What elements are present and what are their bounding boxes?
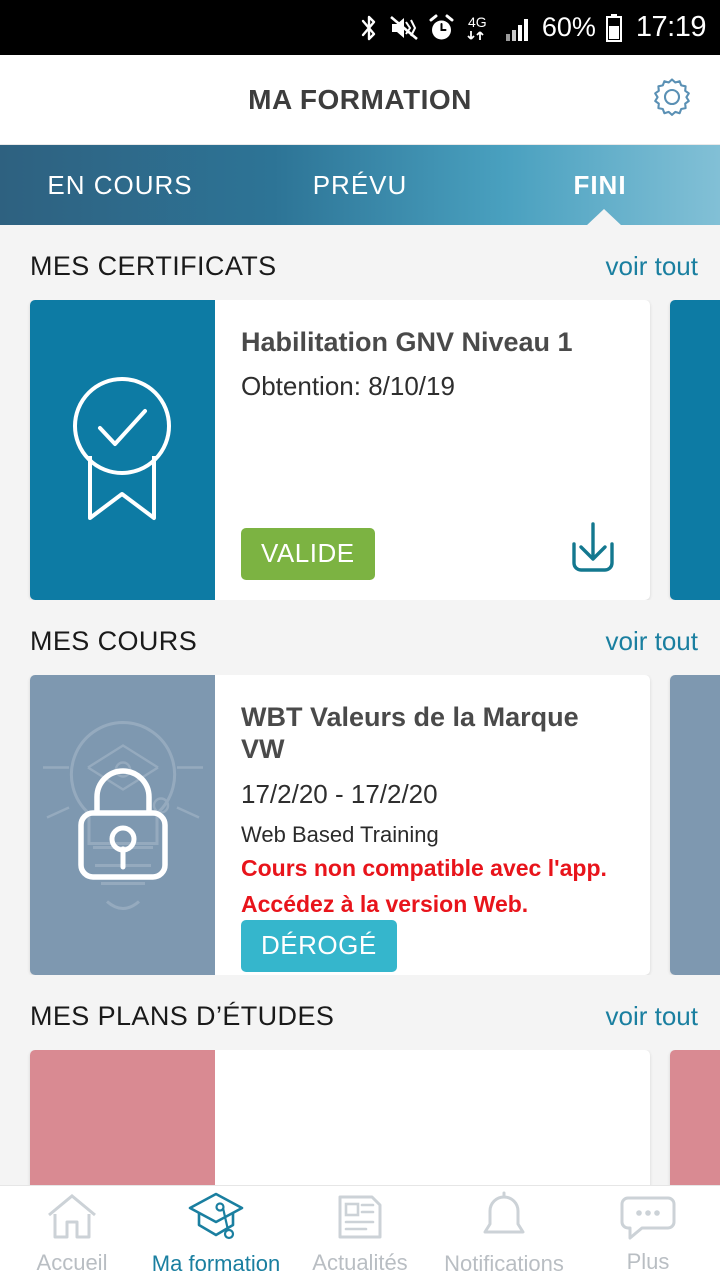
study-plan-card-row[interactable] bbox=[0, 1050, 720, 1185]
tab-en-cours[interactable]: EN COURS bbox=[0, 145, 240, 225]
news-icon bbox=[334, 1191, 386, 1246]
see-all-cours[interactable]: voir tout bbox=[606, 626, 699, 657]
certificate-card-media bbox=[30, 300, 215, 600]
study-plan-card-body bbox=[215, 1050, 650, 1185]
download-button[interactable] bbox=[562, 518, 624, 580]
graduation-cap-icon bbox=[186, 1190, 246, 1247]
certificate-card-next-peek[interactable] bbox=[670, 300, 720, 600]
status-clock: 17:19 bbox=[635, 11, 707, 43]
nav-item-plus[interactable]: Plus bbox=[576, 1186, 720, 1280]
svg-text:4G: 4G bbox=[468, 14, 487, 30]
lock-lightbulb-icon bbox=[64, 755, 182, 895]
award-badge-icon bbox=[710, 368, 720, 533]
status-bar: 4G 60% 17:19 bbox=[0, 0, 720, 55]
nav-label-accueil: Accueil bbox=[36, 1249, 108, 1275]
chat-dots-icon bbox=[620, 1192, 676, 1245]
status-badge-deroge: DÉROGÉ bbox=[241, 919, 397, 972]
download-icon bbox=[562, 516, 624, 583]
nav-label-ma-formation: Ma formation bbox=[151, 1250, 281, 1276]
scroll-content[interactable]: MES CERTIFICATS voir tout Habilitation G… bbox=[0, 225, 720, 1185]
battery-percent-label: 60% bbox=[541, 12, 596, 42]
course-warning-line-1: Cours non compatible avec l'app. bbox=[241, 854, 607, 881]
course-peek-media bbox=[670, 675, 720, 975]
certificate-card-row[interactable]: Habilitation GNV Niveau 1 Obtention: 8/1… bbox=[0, 300, 720, 600]
signal-bars-icon bbox=[505, 14, 533, 42]
tab-prevu[interactable]: PRÉVU bbox=[240, 145, 480, 225]
course-dates: 17/2/20 - 17/2/20 bbox=[241, 778, 438, 809]
nav-label-actualites: Actualités bbox=[312, 1249, 408, 1275]
section-header-certificats: MES CERTIFICATS voir tout bbox=[0, 225, 720, 300]
home-icon bbox=[44, 1191, 100, 1246]
nav-label-notifications: Notifications bbox=[444, 1250, 564, 1276]
active-tab-indicator bbox=[586, 209, 622, 226]
bell-icon bbox=[477, 1190, 531, 1247]
page-title: MA FORMATION bbox=[248, 83, 472, 115]
section-header-cours: MES COURS voir tout bbox=[0, 600, 720, 675]
certificate-obtention-date: Obtention: 8/10/19 bbox=[241, 371, 455, 402]
app-header: MA FORMATION bbox=[0, 55, 720, 145]
course-card-body: WBT Valeurs de la Marque VW 17/2/20 - 17… bbox=[215, 675, 650, 975]
bottom-navigation: Accueil Ma formation Actualités Notifica… bbox=[0, 1185, 720, 1280]
section-header-plans: MES PLANS D’ÉTUDES voir tout bbox=[0, 975, 720, 1050]
mute-vibrate-icon bbox=[389, 14, 419, 42]
course-card-media bbox=[30, 675, 215, 975]
nav-item-notifications[interactable]: Notifications bbox=[432, 1186, 576, 1280]
section-title: MES CERTIFICATS bbox=[30, 251, 277, 281]
study-plan-card-media bbox=[30, 1050, 215, 1185]
certificate-card[interactable]: Habilitation GNV Niveau 1 Obtention: 8/1… bbox=[30, 300, 650, 600]
status-badge-valide: VALIDE bbox=[241, 528, 375, 580]
battery-icon bbox=[605, 13, 623, 43]
certificate-peek-media bbox=[670, 300, 720, 600]
course-warning-line-2: Accédez à la version Web. bbox=[241, 890, 529, 917]
section-title: MES PLANS D’ÉTUDES bbox=[30, 1001, 335, 1031]
course-title: WBT Valeurs de la Marque VW bbox=[241, 702, 579, 765]
lock-lightbulb-icon bbox=[716, 755, 720, 895]
course-card-next-peek[interactable] bbox=[670, 675, 720, 975]
certificate-title: Habilitation GNV Niveau 1 bbox=[241, 327, 573, 357]
study-plan-peek-media bbox=[670, 1050, 720, 1185]
certificate-card-footer: VALIDE bbox=[241, 518, 624, 580]
study-plan-card-next-peek[interactable] bbox=[670, 1050, 720, 1185]
nav-item-actualites[interactable]: Actualités bbox=[288, 1186, 432, 1280]
study-plan-card[interactable] bbox=[30, 1050, 650, 1185]
settings-button[interactable] bbox=[648, 76, 696, 124]
nav-item-accueil[interactable]: Accueil bbox=[0, 1186, 144, 1280]
network-4g-icon: 4G bbox=[464, 13, 496, 43]
award-badge-icon bbox=[60, 368, 185, 533]
see-all-plans[interactable]: voir tout bbox=[606, 1001, 699, 1032]
section-title: MES COURS bbox=[30, 626, 198, 656]
course-type: Web Based Training bbox=[241, 821, 439, 847]
bluetooth-icon bbox=[358, 13, 380, 43]
course-card[interactable]: WBT Valeurs de la Marque VW 17/2/20 - 17… bbox=[30, 675, 650, 975]
course-card-row[interactable]: WBT Valeurs de la Marque VW 17/2/20 - 17… bbox=[0, 675, 720, 975]
nav-label-plus: Plus bbox=[626, 1248, 670, 1274]
certificate-card-body: Habilitation GNV Niveau 1 Obtention: 8/1… bbox=[215, 300, 650, 600]
alarm-icon bbox=[428, 14, 455, 42]
tab-bar: EN COURS PRÉVU FINI bbox=[0, 145, 720, 226]
nav-item-ma-formation[interactable]: Ma formation bbox=[144, 1186, 288, 1280]
see-all-certificats[interactable]: voir tout bbox=[606, 251, 699, 282]
course-card-footer: DÉROGÉ bbox=[241, 919, 624, 972]
gear-icon bbox=[649, 74, 695, 125]
